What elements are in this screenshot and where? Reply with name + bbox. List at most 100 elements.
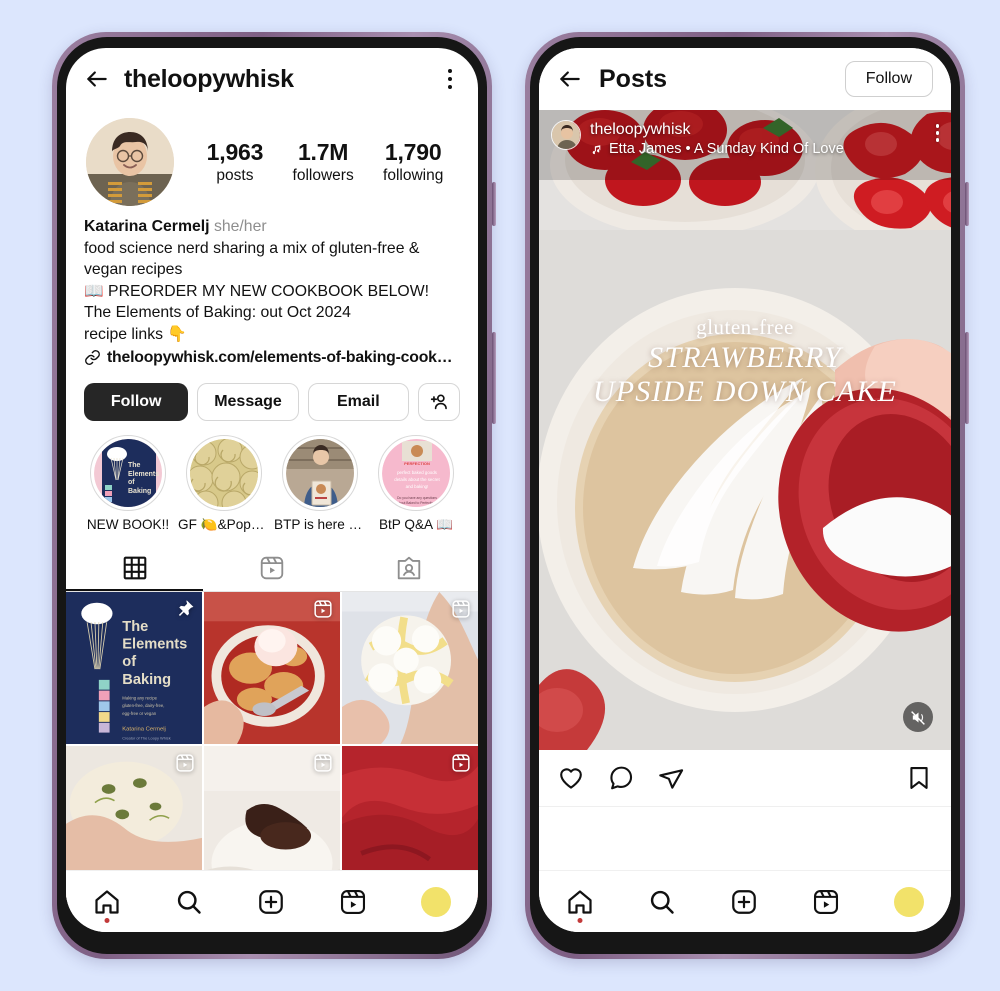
post-screen: Posts Follow theloopywhisk Etta James • … bbox=[539, 48, 951, 932]
bottom-navigation-right bbox=[539, 870, 951, 932]
share-icon[interactable] bbox=[657, 764, 685, 792]
bio-line-2: vegan recipes bbox=[84, 261, 183, 278]
home-notification-dot bbox=[577, 917, 583, 923]
power-button[interactable] bbox=[965, 332, 969, 424]
nav-home[interactable] bbox=[93, 888, 121, 923]
nav-reels[interactable] bbox=[339, 888, 367, 916]
kebab-menu-icon[interactable] bbox=[440, 65, 460, 93]
highlight-ring bbox=[186, 434, 262, 511]
music-note-icon bbox=[590, 143, 603, 156]
comment-icon[interactable] bbox=[607, 764, 635, 792]
highlight-cover-swirl-buns bbox=[190, 438, 258, 507]
power-button[interactable] bbox=[492, 332, 496, 424]
grid-cell-lemon-cookie[interactable] bbox=[342, 591, 478, 744]
kebab-menu-icon[interactable] bbox=[935, 120, 939, 142]
screenshot-canvas: theloopywhisk 1,963 posts 1.7M followers… bbox=[0, 0, 1000, 991]
tab-reels[interactable] bbox=[203, 547, 340, 591]
svg-text:Elements: Elements bbox=[122, 636, 187, 652]
svg-text:Baking: Baking bbox=[122, 671, 171, 687]
speaker-muted-icon[interactable] bbox=[903, 702, 933, 732]
video-caption-overlay: gluten-free STRAWBERRY UPSIDE DOWN CAKE bbox=[539, 315, 951, 409]
highlight-btp-is-here[interactable]: BTP is here 🎉… bbox=[274, 434, 366, 533]
followers-count: 1.7M bbox=[297, 139, 349, 165]
bio-line-4: The Elements of Baking: out Oct 2024 bbox=[84, 304, 351, 321]
nav-profile[interactable] bbox=[894, 886, 924, 917]
reels-icon bbox=[259, 555, 285, 581]
volume-button[interactable] bbox=[492, 182, 496, 226]
highlight-label: GF 🍋&Poppy … bbox=[178, 516, 270, 532]
profile-screen: theloopywhisk 1,963 posts 1.7M followers… bbox=[66, 48, 478, 932]
bio-link[interactable]: theloopywhisk.com/elements-of-baking-coo… bbox=[84, 347, 460, 369]
arrow-left-icon[interactable] bbox=[557, 66, 583, 92]
highlight-ring bbox=[282, 434, 358, 511]
arrow-left-icon[interactable] bbox=[84, 66, 110, 92]
following-label: following bbox=[383, 167, 444, 184]
reel-icon bbox=[175, 753, 195, 773]
bio-line-1: food science nerd sharing a mix of glute… bbox=[84, 239, 420, 257]
post-media[interactable]: theloopywhisk Etta James • A Sunday Kind… bbox=[539, 110, 951, 750]
bio-link-text: theloopywhisk.com/elements-of-baking-coo… bbox=[107, 349, 453, 366]
highlight-gf-poppy[interactable]: GF 🍋&Poppy … bbox=[178, 434, 270, 533]
bio-name-line: Katarina Cermelj she/her bbox=[84, 216, 460, 238]
svg-text:details about the secret: details about the secret bbox=[394, 477, 440, 482]
post-username[interactable]: theloopywhisk bbox=[590, 120, 844, 139]
post-author-bar: theloopywhisk Etta James • A Sunday Kind… bbox=[551, 120, 939, 157]
grid-cell-cobbler[interactable] bbox=[204, 591, 340, 744]
stat-posts[interactable]: 1,963 posts bbox=[207, 139, 264, 185]
nav-create[interactable] bbox=[730, 888, 758, 916]
nav-search[interactable] bbox=[175, 888, 203, 916]
overlay-line-2: STRAWBERRY bbox=[648, 341, 842, 374]
svg-text:Making any recipe: Making any recipe bbox=[122, 695, 157, 700]
nav-profile[interactable] bbox=[421, 886, 451, 917]
highlight-ring: The Elements of Baking bbox=[90, 434, 166, 511]
grid-icon bbox=[122, 555, 148, 581]
volume-button[interactable] bbox=[965, 182, 969, 226]
reel-icon bbox=[313, 599, 333, 619]
nav-search[interactable] bbox=[648, 888, 676, 916]
tagged-icon bbox=[396, 555, 422, 581]
page-title: theloopywhisk bbox=[124, 64, 294, 93]
add-person-icon[interactable] bbox=[418, 382, 460, 421]
follow-button[interactable]: Follow bbox=[844, 61, 933, 97]
grid-cell-book-cover[interactable]: The Elements of Baking Making any recipe… bbox=[66, 591, 202, 744]
tab-tagged[interactable] bbox=[341, 547, 478, 591]
highlight-new-book[interactable]: The Elements of Baking NEW BOOK!! bbox=[82, 434, 174, 533]
post-grid: The Elements of Baking Making any recipe… bbox=[66, 591, 478, 899]
author-avatar[interactable] bbox=[551, 120, 581, 150]
profile-stats-row: 1,963 posts 1.7M followers 1,790 followi… bbox=[66, 110, 478, 210]
heart-icon[interactable] bbox=[557, 764, 585, 792]
profile-action-buttons: Follow Message Email bbox=[66, 369, 478, 421]
svg-text:Elements: Elements bbox=[128, 471, 159, 478]
post-music[interactable]: Etta James • A Sunday Kind Of Love bbox=[590, 141, 844, 157]
stat-following[interactable]: 1,790 following bbox=[383, 139, 443, 185]
post-header: Posts Follow bbox=[539, 48, 951, 110]
nav-reels[interactable] bbox=[812, 888, 840, 916]
pin-icon bbox=[176, 599, 195, 618]
profile-avatar-icon bbox=[894, 886, 924, 917]
post-music-text: Etta James • A Sunday Kind Of Love bbox=[609, 141, 844, 157]
svg-text:perfect baked goods: perfect baked goods bbox=[397, 470, 438, 475]
page-title: Posts bbox=[599, 64, 668, 93]
follow-button[interactable]: Follow bbox=[84, 382, 189, 421]
tab-grid[interactable] bbox=[66, 547, 204, 591]
bookmark-icon[interactable] bbox=[905, 764, 933, 792]
svg-text:of: of bbox=[122, 654, 136, 670]
email-button[interactable]: Email bbox=[307, 382, 409, 421]
avatar[interactable] bbox=[86, 118, 174, 206]
nav-home[interactable] bbox=[566, 888, 594, 923]
phone-mockup-right: Posts Follow theloopywhisk Etta James • … bbox=[525, 32, 969, 959]
svg-text:Baking: Baking bbox=[128, 488, 151, 495]
svg-text:Creator of The Loopy Whisk: Creator of The Loopy Whisk bbox=[122, 735, 170, 740]
svg-text:The: The bbox=[122, 619, 148, 635]
overlay-line-1: gluten-free bbox=[696, 315, 794, 339]
svg-text:of: of bbox=[128, 479, 135, 486]
bio-line-5: recipe links 👇 bbox=[84, 325, 188, 343]
highlight-btp-qa[interactable]: PERFECTION perfect baked goods details a… bbox=[370, 434, 462, 533]
stat-followers[interactable]: 1.7M followers bbox=[293, 139, 354, 185]
post-action-bar bbox=[539, 750, 951, 807]
highlight-cover-author-holding-book bbox=[286, 438, 354, 507]
message-button[interactable]: Message bbox=[197, 382, 299, 421]
nav-create[interactable] bbox=[257, 888, 285, 916]
link-icon bbox=[84, 349, 101, 366]
bottom-navigation-left bbox=[66, 870, 478, 932]
